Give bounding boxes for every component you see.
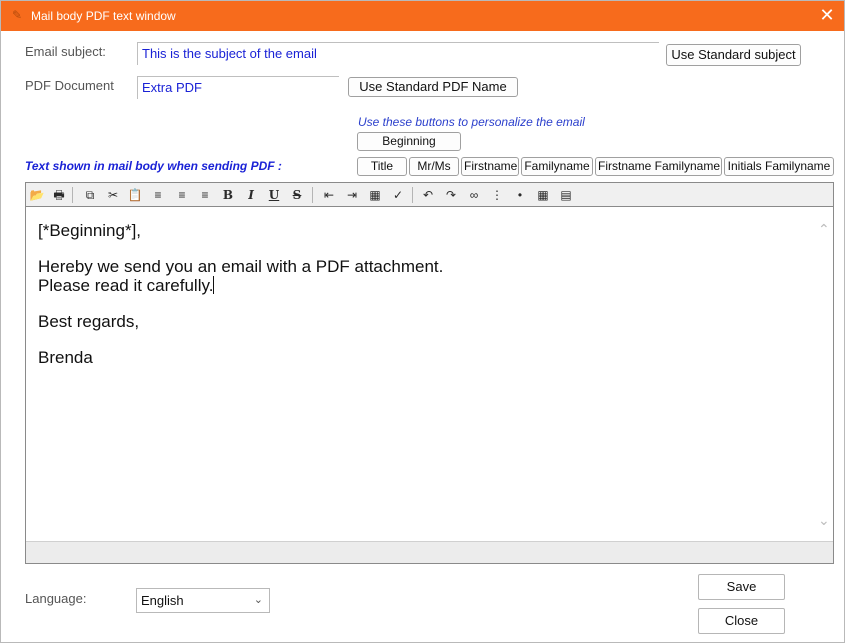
editor-line: Brenda (38, 348, 93, 367)
mail-body-editor[interactable]: 📂 🖶 ⧉ ✂ 📋 ≡ ≡ ≡ B I U S ⇤ ⇥ ▦ ✓ ↶ ↷ ∞ ⋮ … (25, 182, 834, 564)
indent-icon[interactable]: ⇥ (343, 186, 361, 204)
subject-input[interactable]: This is the subject of the email (137, 42, 659, 65)
language-label: Language: (25, 591, 87, 606)
editor-line: Best regards, (38, 312, 140, 331)
language-selected-value: English (141, 593, 184, 608)
use-standard-subject-button[interactable]: Use Standard subject (666, 44, 801, 66)
text-caret (213, 276, 215, 294)
save-button[interactable]: Save (698, 574, 785, 600)
mail-body-window: ✎ Mail body PDF text window ✕ Email subj… (0, 0, 845, 643)
beginning-button[interactable]: Beginning (357, 132, 461, 151)
editor-line (38, 240, 815, 258)
editor-line (38, 331, 815, 349)
align-left-icon[interactable]: ≡ (149, 186, 167, 204)
close-icon[interactable]: ✕ (819, 6, 835, 24)
italic-icon[interactable]: I (242, 186, 260, 204)
undo-icon[interactable]: ↶ (419, 186, 437, 204)
window-title: Mail body PDF text window (31, 9, 176, 23)
editor-line-with-caret: Please read it carefully. (38, 276, 815, 295)
firstname-familyname-button[interactable]: Firstname Familyname (595, 157, 722, 176)
editor-content[interactable]: [*Beginning*], Hereby we send you an ema… (28, 208, 815, 541)
spellcheck-icon[interactable]: ✓ (389, 186, 407, 204)
numbered-list-icon[interactable]: ⋮ (488, 186, 506, 204)
mail-body-label: Text shown in mail body when sending PDF… (25, 159, 282, 173)
cut-icon[interactable]: ✂ (104, 186, 122, 204)
horizontal-rule-icon[interactable]: ▤ (557, 186, 575, 204)
link-icon[interactable]: ∞ (465, 186, 483, 204)
align-center-icon[interactable]: ≡ (173, 186, 191, 204)
close-button[interactable]: Close (698, 608, 785, 634)
editor-line: Hereby we send you an email with a PDF a… (38, 257, 444, 276)
bullet-list-icon[interactable]: • (511, 186, 529, 204)
editor-line: Please read it carefully. (38, 276, 214, 295)
copy-icon[interactable]: ⧉ (81, 186, 99, 204)
initials-familyname-button[interactable]: Initials Familyname (724, 157, 834, 176)
mr-ms-button[interactable]: Mr/Ms (409, 157, 459, 176)
scroll-down-icon[interactable]: ⌄ (818, 513, 830, 527)
personalize-hint: Use these buttons to personalize the ema… (358, 115, 585, 129)
language-select[interactable]: English ⌄ (136, 588, 270, 613)
editor-toolbar: 📂 🖶 ⧉ ✂ 📋 ≡ ≡ ≡ B I U S ⇤ ⇥ ▦ ✓ ↶ ↷ ∞ ⋮ … (26, 183, 833, 207)
firstname-button[interactable]: Firstname (461, 157, 519, 176)
toolbar-separator (72, 187, 73, 203)
use-standard-pdf-name-button[interactable]: Use Standard PDF Name (348, 77, 518, 97)
underline-icon[interactable]: U (265, 186, 283, 204)
print-icon[interactable]: 🖶 (50, 186, 68, 204)
editor-line (38, 295, 815, 313)
title-bar: ✎ Mail body PDF text window ✕ (1, 1, 844, 31)
strikethrough-icon[interactable]: S (288, 186, 306, 204)
redo-icon[interactable]: ↷ (442, 186, 460, 204)
editor-line: [*Beginning*], (38, 221, 142, 240)
scroll-up-icon[interactable]: ⌃ (818, 222, 830, 236)
app-icon: ✎ (12, 8, 23, 22)
table-icon[interactable]: ▦ (534, 186, 552, 204)
bold-icon[interactable]: B (219, 186, 237, 204)
subject-label: Email subject: (25, 44, 106, 59)
editor-status-bar (26, 541, 833, 563)
editor-scrollbar[interactable]: ⌃ ⌄ (815, 208, 832, 541)
toolbar-separator (312, 187, 313, 203)
chevron-down-icon: ⌄ (253, 594, 263, 606)
familyname-button[interactable]: Familyname (521, 157, 593, 176)
pdf-document-label: PDF Document (25, 78, 114, 93)
pdf-name-input[interactable]: Extra PDF (137, 76, 339, 99)
toolbar-separator (412, 187, 413, 203)
title-button[interactable]: Title (357, 157, 407, 176)
paste-icon[interactable]: 📋 (126, 186, 144, 204)
font-color-icon[interactable]: ▦ (366, 186, 384, 204)
open-icon[interactable]: 📂 (28, 186, 46, 204)
align-right-icon[interactable]: ≡ (196, 186, 214, 204)
outdent-icon[interactable]: ⇤ (320, 186, 338, 204)
